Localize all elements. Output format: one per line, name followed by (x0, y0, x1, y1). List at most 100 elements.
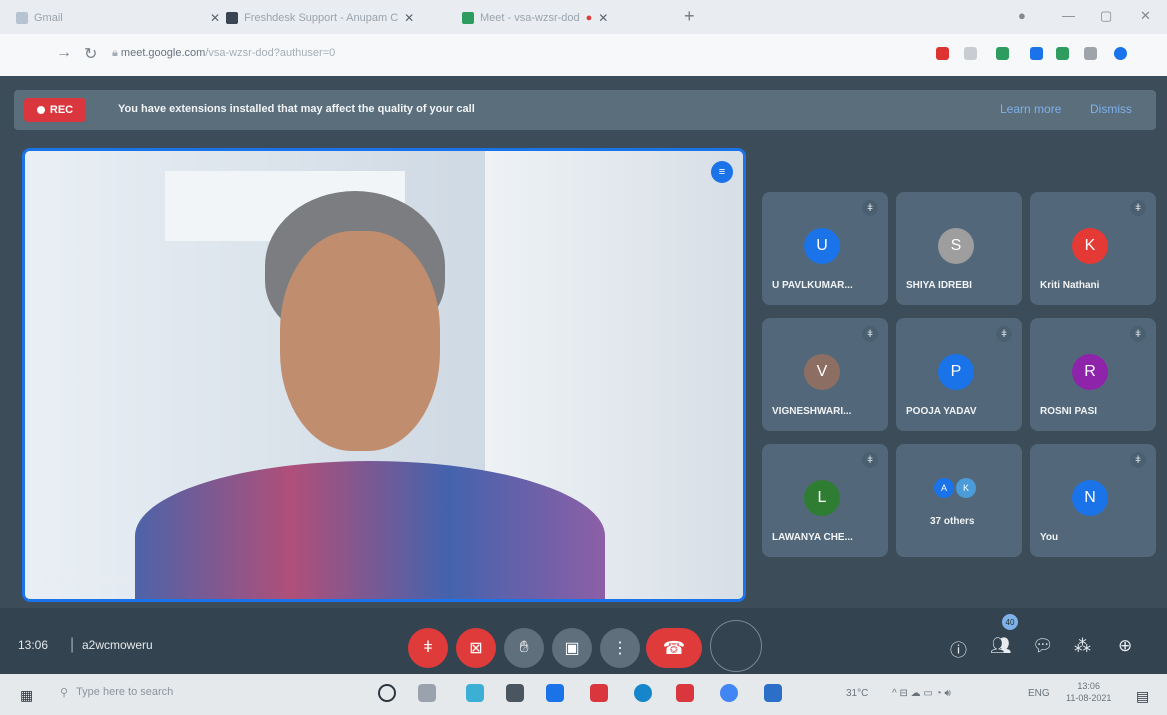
cursor-highlight (710, 620, 762, 672)
mcafee-icon[interactable] (590, 684, 608, 702)
windows-taskbar: ▦ ⚲ Type here to search 31°C ^ ⊟ ☁ ▭ ◔ 🔊… (0, 674, 1167, 715)
leave-call-button[interactable]: ☎︎ (646, 628, 702, 668)
tab-freshdesk[interactable]: ✕ Freshdesk Support - Anupam C ✕ (210, 6, 414, 30)
taskbar-clock[interactable]: 13:06 11-08-2021 (1066, 680, 1111, 704)
extensions-puzzle-icon[interactable] (1084, 47, 1097, 60)
tab-gmail[interactable]: Gmail (16, 6, 63, 30)
close-icon[interactable]: ✕ (598, 11, 608, 25)
tab-meet[interactable]: Meet - vsa-wzsr-dod ● ✕ (462, 6, 608, 30)
lock-icon: 🔒︎ (112, 47, 121, 59)
speaking-indicator-icon: ≡ (711, 161, 733, 183)
mic-off-icon: ǂ (996, 326, 1012, 342)
participant-name: SHIYA IDREBI (906, 280, 972, 291)
participant-tile[interactable]: ǂ K Kriti Nathani (1030, 192, 1156, 305)
mic-off-icon: ǂ (862, 200, 878, 216)
participant-avatar: P (938, 354, 974, 390)
participant-tile[interactable]: S SHIYA IDREBI (896, 192, 1022, 305)
cortana-icon[interactable] (378, 684, 396, 702)
camera-toggle-button[interactable]: ⊠ (456, 628, 496, 668)
info-icon[interactable]: ⓘ (950, 636, 967, 661)
minimize-button[interactable]: — (1062, 8, 1075, 23)
self-tile[interactable]: ǂ N You (1030, 444, 1156, 557)
mail-icon[interactable] (546, 684, 564, 702)
dismiss-link[interactable]: Dismiss (1090, 102, 1132, 116)
language-indicator[interactable]: ENG (1028, 688, 1050, 699)
participant-avatar: S (938, 228, 974, 264)
close-icon[interactable]: ✕ (404, 11, 414, 25)
maximize-button[interactable]: ▢ (1100, 8, 1112, 24)
extension-sheet-icon[interactable] (1056, 47, 1069, 60)
gmail-icon (16, 12, 28, 24)
task-view-icon[interactable] (418, 684, 436, 702)
mic-off-icon: ǂ (862, 452, 878, 468)
windows-start-icon[interactable]: ▦ (20, 687, 33, 704)
participant-avatar: U (804, 228, 840, 264)
close-icon[interactable]: ✕ (210, 11, 220, 25)
notifications-icon[interactable]: ▤ (1136, 688, 1149, 705)
chrome-icon[interactable] (720, 684, 738, 702)
speaker-image (280, 231, 440, 451)
main-speaker-video[interactable]: ≡ 🎙︎ Anjali Srivastava (22, 148, 746, 602)
participant-avatar: A (934, 478, 954, 498)
word-icon[interactable] (764, 684, 782, 702)
extension-check-icon[interactable] (996, 47, 1009, 60)
others-tile[interactable]: A K 37 others (896, 444, 1022, 557)
more-options-button[interactable]: ⋮ (600, 628, 640, 668)
present-icon: ▣ (564, 640, 580, 657)
freshdesk-icon (226, 12, 239, 24)
participant-tile[interactable]: ǂ V VIGNESHWARI... (762, 318, 888, 431)
people-icon[interactable]: 👥︎ (990, 636, 1012, 656)
meeting-time: 13:06 (18, 638, 49, 652)
participant-name: You (1040, 532, 1059, 543)
present-button[interactable]: ▣ (552, 628, 592, 668)
participant-avatar: N (1072, 480, 1108, 516)
profile-avatar[interactable] (1114, 47, 1127, 60)
meet-icon (462, 12, 474, 24)
chat-icon[interactable]: 💬︎ (1032, 636, 1054, 656)
hand-icon: ✋︎ (519, 639, 529, 656)
store-icon[interactable] (506, 684, 524, 702)
search-placeholder: Type here to search (76, 686, 174, 698)
close-window-button[interactable]: ✕ (1140, 8, 1151, 24)
participant-tile[interactable]: ǂ U U PAVLKUMAR... (762, 192, 888, 305)
raise-hand-button[interactable]: ✋︎ (504, 628, 544, 668)
mic-toggle-button[interactable]: ǂ (408, 628, 448, 668)
bookmark-star-icon[interactable] (964, 47, 977, 60)
weather-readout[interactable]: 31°C (846, 688, 868, 699)
mcafee-icon[interactable] (676, 684, 694, 702)
host-controls-icon[interactable]: ⊕ (1118, 636, 1132, 656)
forward-icon[interactable]: → (56, 44, 72, 62)
participant-name: U PAVLKUMAR... (772, 280, 853, 291)
search-icon: ⚲ (60, 687, 69, 699)
participant-tile[interactable]: ǂ P POOJA YADAV (896, 318, 1022, 431)
tray-icons[interactable]: ^ ⊟ ☁ ▭ ◔ 🔊︎ (892, 688, 951, 699)
participant-avatar: V (804, 354, 840, 390)
url-path: /vsa-wzsr-dod?authuser=0 (205, 47, 336, 59)
participant-avatar: R (1072, 354, 1108, 390)
participant-avatar: K (1072, 228, 1108, 264)
edge-icon[interactable] (634, 684, 652, 702)
taskbar-search[interactable]: ⚲ Type here to search (60, 686, 173, 699)
url-field[interactable]: 🔒︎ meet.google.com/vsa-wzsr-dod?authuser… (112, 47, 335, 60)
participant-tile[interactable]: ǂ R ROSNI PASI (1030, 318, 1156, 431)
profile-icon[interactable]: ● (1018, 8, 1026, 23)
app-icon[interactable] (466, 684, 484, 702)
tab-label: Freshdesk Support - Anupam C (244, 12, 399, 24)
extension-g-icon[interactable] (1030, 47, 1043, 60)
speaker-image (135, 461, 605, 599)
others-count: 37 others (930, 516, 975, 527)
tab-label: Gmail (34, 12, 63, 24)
banner-message: You have extensions installed that may a… (118, 103, 475, 115)
clock-date: 11-08-2021 (1066, 693, 1112, 703)
new-tab-button[interactable]: + (684, 6, 695, 27)
reload-icon[interactable]: ↻ (84, 44, 97, 64)
activities-icon[interactable]: ⁂ (1074, 636, 1091, 656)
learn-more-link[interactable]: Learn more (1000, 102, 1061, 116)
clock-time: 13:06 (1077, 681, 1100, 691)
meeting-code: a2wcmoweru (82, 638, 153, 652)
camera-indicator-icon[interactable] (936, 47, 949, 60)
participant-tile[interactable]: ǂ L LAWANYA CHE... (762, 444, 888, 557)
people-count-badge: 40 (1002, 614, 1018, 630)
rec-label: REC (49, 104, 74, 116)
participant-name: POOJA YADAV (906, 406, 977, 417)
